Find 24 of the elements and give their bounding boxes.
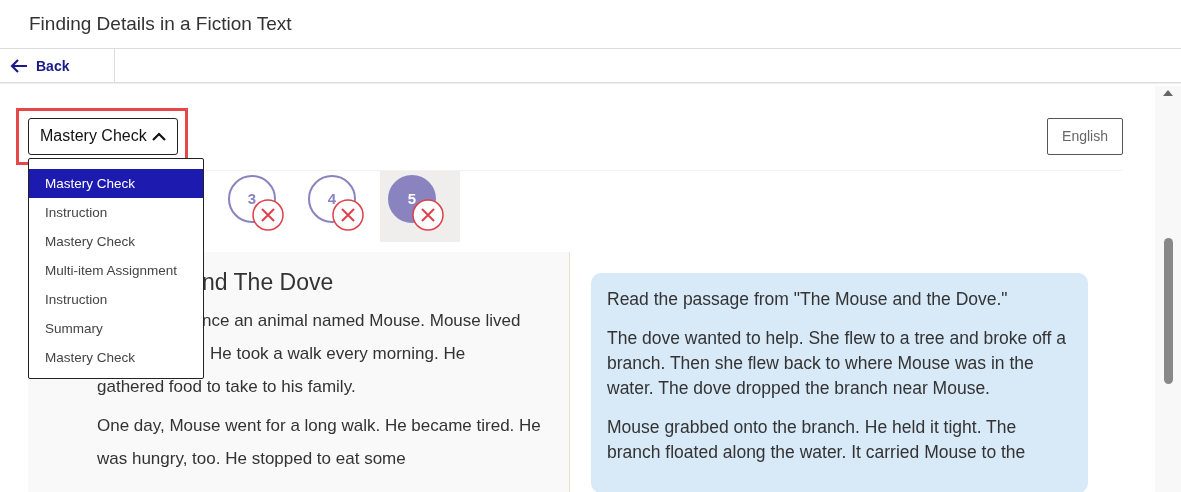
passage-line: He took a walk every morning. He: [210, 343, 466, 365]
menu-option[interactable]: Mastery Check: [29, 226, 203, 256]
menu-option[interactable]: Instruction: [29, 197, 203, 227]
menu-option[interactable]: Summary: [29, 313, 203, 343]
passage-paragraph: One day, Mouse went for a long walk. He became tired. He was hungry, too. He stopped to eat some: [97, 415, 541, 470]
passage-paragraph: gathered food to take to his family.: [97, 376, 357, 398]
arrow-left-icon: [10, 58, 28, 73]
menu-option[interactable]: Multi-item Assignment: [29, 255, 203, 285]
page-title: Finding Details in a Fiction Text: [29, 13, 292, 35]
language-button[interactable]: English: [1047, 117, 1123, 155]
question-tab[interactable]: 3: [220, 171, 300, 242]
scrollbar[interactable]: [1155, 86, 1181, 492]
passage-title: nd The Dove: [202, 269, 334, 296]
menu-option[interactable]: Mastery Check: [29, 168, 203, 198]
question-text: Read the passage from "The Mouse and the Dove.": [607, 288, 1009, 311]
menu-option[interactable]: Instruction: [29, 284, 203, 314]
back-button[interactable]: Back: [0, 49, 115, 82]
question-text: The dove wanted to help. She flew to a tree and broke off a branch. Then she flew back to where Mouse was in the water. The dove dropped the branch near Mouse.: [607, 327, 1067, 400]
menu-option[interactable]: Mastery Check: [29, 342, 203, 372]
question-text: Mouse grabbed onto the branch. He held it tight. The branch floated along the water. It carried Mouse to the: [607, 416, 1027, 464]
section-dropdown[interactable]: Mastery Check: [28, 117, 178, 155]
chevron-up-icon: [151, 131, 166, 141]
scroll-up-icon[interactable]: [1163, 90, 1173, 96]
scroll-thumb[interactable]: [1163, 238, 1173, 384]
